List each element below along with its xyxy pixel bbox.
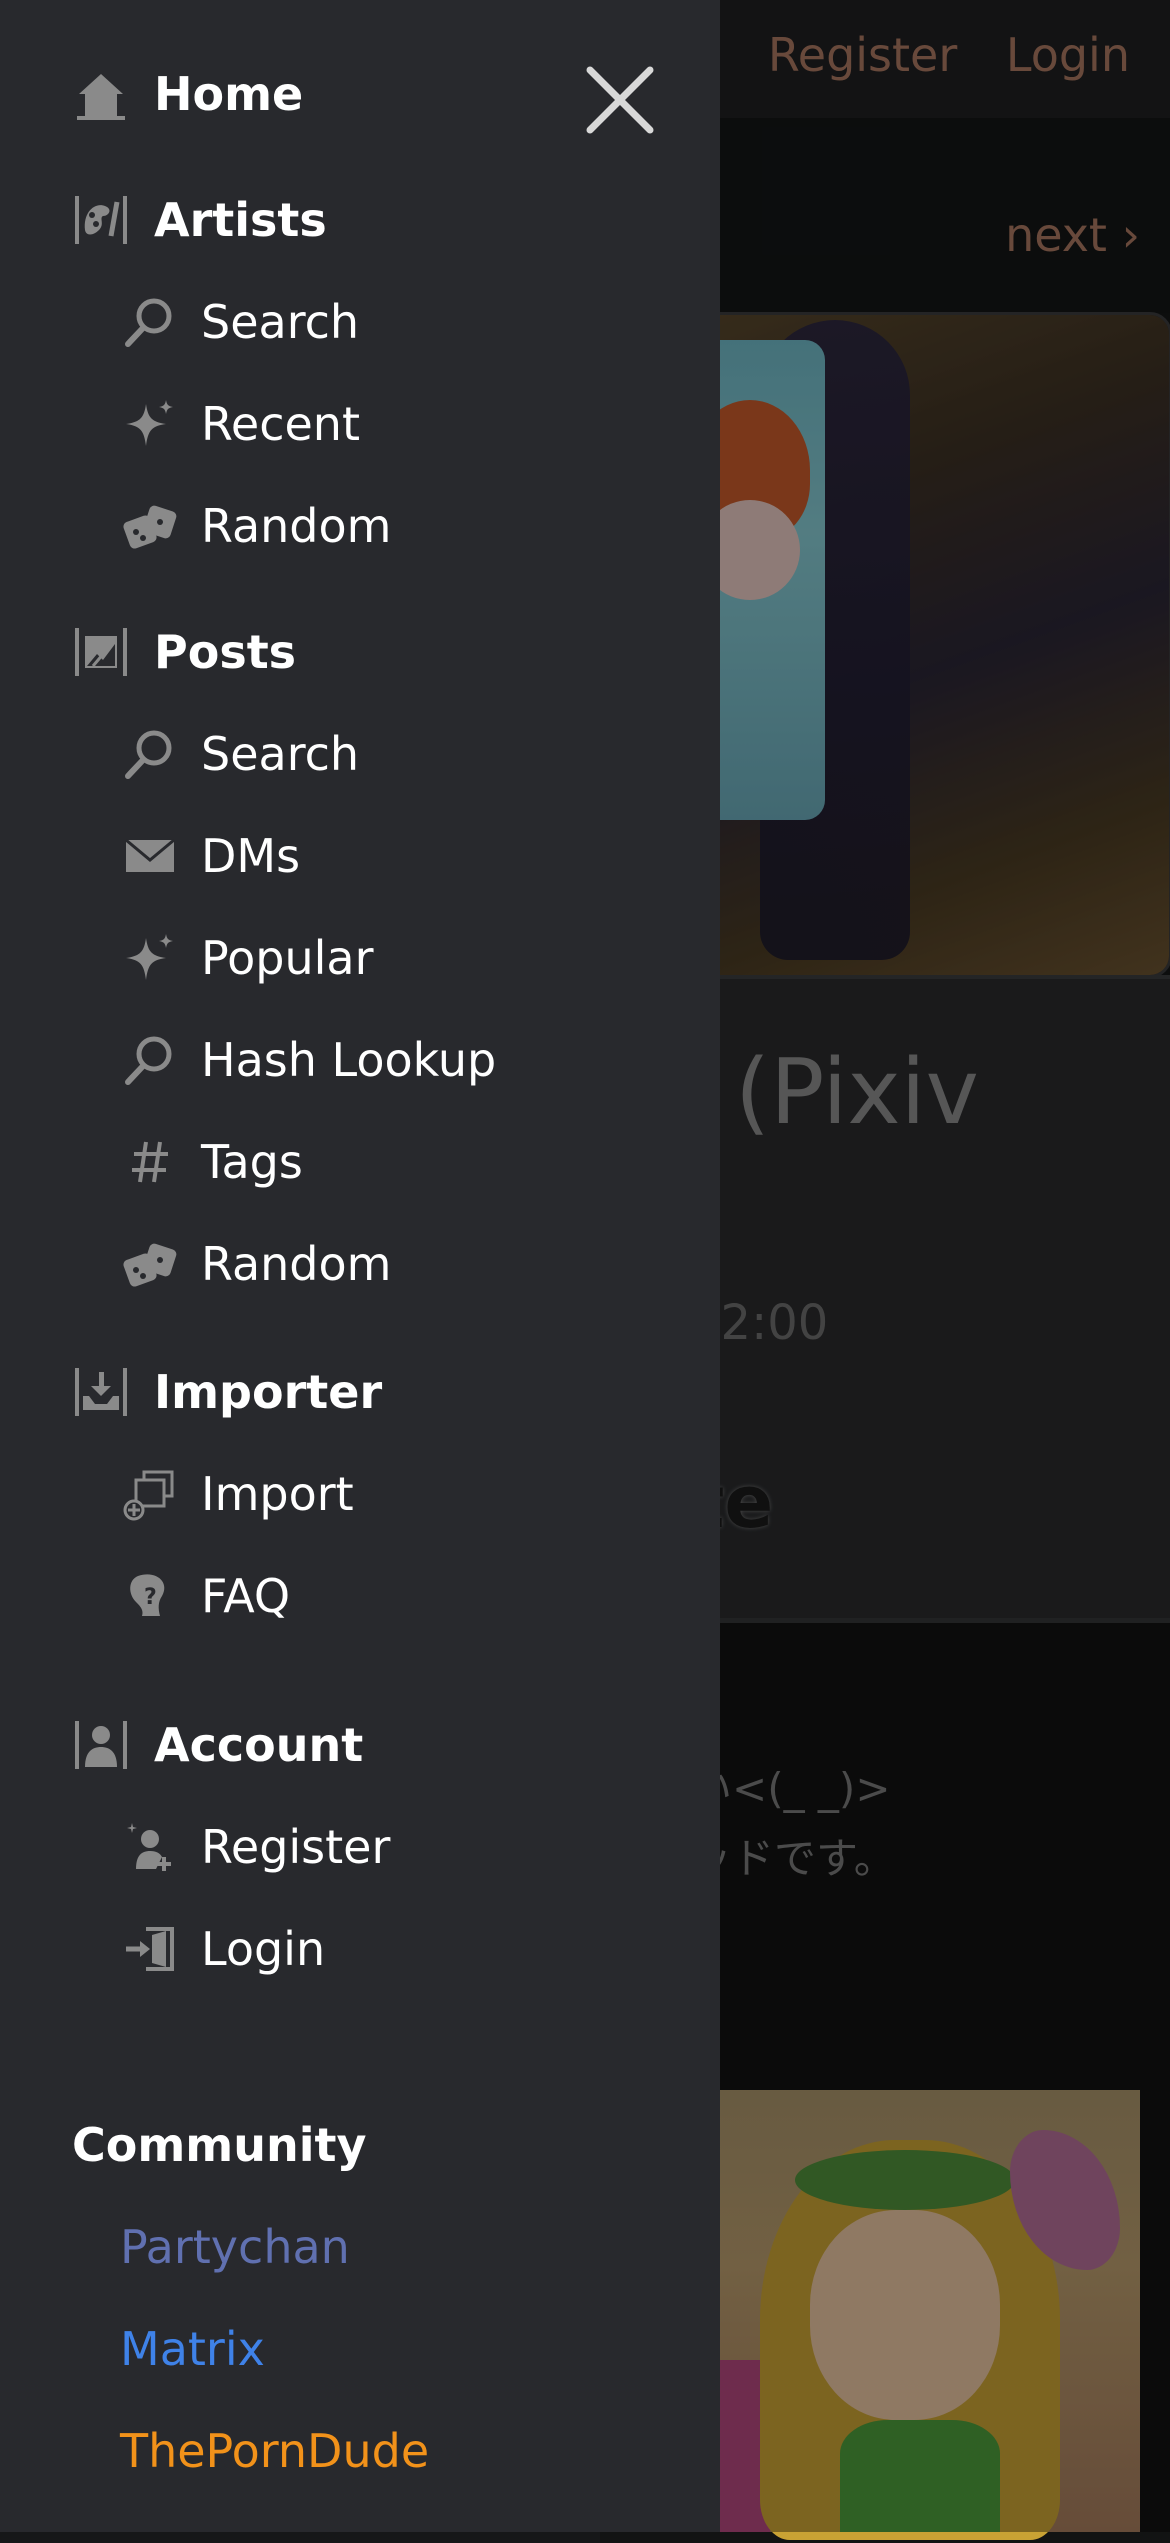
sidebar-item-label: Recent bbox=[201, 397, 360, 451]
sidebar-item-label: Hash Lookup bbox=[201, 1033, 497, 1087]
search-icon bbox=[120, 726, 180, 782]
sidebar-section-label: Account bbox=[154, 1718, 364, 1772]
search-icon bbox=[120, 294, 180, 350]
close-icon bbox=[586, 66, 654, 134]
dice-icon bbox=[120, 1236, 180, 1292]
sidebar-item-label: Register bbox=[201, 1820, 391, 1874]
sidebar-item-posts-search[interactable]: Search bbox=[120, 726, 359, 782]
sidebar-item-label: DMs bbox=[201, 829, 301, 883]
sidebar-section-posts[interactable]: Posts bbox=[70, 624, 296, 680]
user-plus-icon bbox=[120, 1819, 180, 1875]
community-link-partychan[interactable]: Partychan bbox=[120, 2220, 350, 2274]
image-icon bbox=[70, 624, 132, 680]
login-icon bbox=[120, 1921, 180, 1977]
palette-icon bbox=[70, 192, 132, 248]
user-icon bbox=[70, 1717, 132, 1773]
sidebar-item-posts-hash-lookup[interactable]: Hash Lookup bbox=[120, 1032, 496, 1088]
hash-icon bbox=[120, 1134, 180, 1190]
sidebar-item-posts-dms[interactable]: DMs bbox=[120, 828, 300, 884]
sidebar-item-label: Home bbox=[154, 67, 304, 121]
dice-icon bbox=[120, 498, 180, 554]
sidebar-item-label: Search bbox=[201, 727, 360, 781]
import-icon bbox=[120, 1466, 180, 1522]
community-link-theporndude[interactable]: ThePornDude bbox=[120, 2424, 429, 2478]
sidebar-menu: Home Artists Search Recent Random Posts bbox=[0, 0, 720, 2532]
sidebar-section-account[interactable]: Account bbox=[70, 1717, 363, 1773]
faq-icon: ? bbox=[120, 1568, 180, 1624]
sidebar-section-label: Artists bbox=[154, 193, 327, 247]
sidebar-section-importer[interactable]: Importer bbox=[70, 1364, 382, 1420]
sidebar-item-label: Random bbox=[201, 1237, 392, 1291]
sidebar-item-label: Random bbox=[201, 499, 392, 553]
sparkle-icon bbox=[120, 930, 180, 986]
sidebar-item-home[interactable]: Home bbox=[70, 66, 303, 122]
sidebar-item-posts-popular[interactable]: Popular bbox=[120, 930, 373, 986]
sidebar-section-label: Importer bbox=[154, 1365, 383, 1419]
sidebar-item-label: Tags bbox=[201, 1135, 303, 1189]
sidebar-item-importer-faq[interactable]: ? FAQ bbox=[120, 1568, 290, 1624]
sparkle-icon bbox=[120, 396, 180, 452]
download-tray-icon bbox=[70, 1364, 132, 1420]
sidebar-item-label: FAQ bbox=[201, 1569, 291, 1623]
sidebar-section-label: Posts bbox=[154, 625, 297, 679]
sidebar-item-posts-tags[interactable]: Tags bbox=[120, 1134, 303, 1190]
envelope-icon bbox=[120, 828, 180, 884]
sidebar-item-artists-search[interactable]: Search bbox=[120, 294, 359, 350]
community-heading: Community bbox=[72, 2118, 367, 2172]
close-button[interactable] bbox=[582, 62, 658, 138]
sidebar-item-label: Popular bbox=[201, 931, 374, 985]
sidebar-item-account-register[interactable]: Register bbox=[120, 1819, 390, 1875]
sidebar-item-label: Import bbox=[201, 1467, 354, 1521]
sidebar-item-account-login[interactable]: Login bbox=[120, 1921, 325, 1977]
home-icon bbox=[70, 66, 132, 122]
sidebar-item-artists-random[interactable]: Random bbox=[120, 498, 391, 554]
sidebar-section-artists[interactable]: Artists bbox=[70, 192, 327, 248]
search-icon bbox=[120, 1032, 180, 1088]
sidebar-item-posts-random[interactable]: Random bbox=[120, 1236, 391, 1292]
svg-text:?: ? bbox=[144, 1585, 157, 1610]
sidebar-item-label: Search bbox=[201, 295, 360, 349]
sidebar-item-artists-recent[interactable]: Recent bbox=[120, 396, 360, 452]
community-link-matrix[interactable]: Matrix bbox=[120, 2322, 265, 2376]
sidebar-item-label: Login bbox=[201, 1922, 326, 1976]
sidebar-item-importer-import[interactable]: Import bbox=[120, 1466, 354, 1522]
